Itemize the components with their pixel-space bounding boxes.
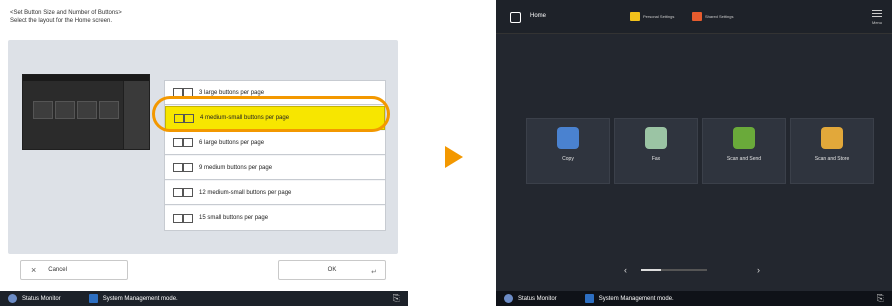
copy-icon [557,127,579,149]
status-bar: Status Monitor System Management mode. ⎘ [496,291,892,306]
tile-label: Scan and Send [726,156,762,162]
status-monitor-label: Status Monitor [22,295,61,302]
home-screen: Home Personal Settings Shared Settings M… [496,0,892,306]
layout-grid-icon [173,188,193,197]
shared-settings-label: Shared Settings [705,14,734,19]
personal-settings-icon [630,12,640,21]
home-title: Home [530,13,547,19]
counter-icon[interactable]: ⎘ [393,293,400,304]
scan-store-icon [821,127,843,149]
option-label: 3 large buttons per page [199,89,265,96]
home-icon[interactable] [510,12,521,23]
scan-send-tile[interactable]: Scan and Send [702,118,786,184]
cancel-button[interactable]: × Cancel [20,260,128,280]
preview-tile [77,101,97,119]
page-scroll-track [641,269,707,271]
tile-label: Scan and Store [814,156,850,162]
copy-tile[interactable]: Copy [526,118,610,184]
status-monitor-button[interactable]: Status Monitor [8,294,61,303]
option-label: 6 large buttons per page [199,139,265,146]
function-tiles: Copy Fax Scan and Send Scan and Store [526,118,874,184]
status-monitor-icon [8,294,17,303]
status-monitor-label: Status Monitor [518,295,557,302]
preview-tile [33,101,53,119]
option-label: 12 medium-small buttons per page [199,189,292,196]
layout-grid-icon [173,213,193,223]
personal-settings-label: Personal Settings [643,14,675,19]
scan-store-tile[interactable]: Scan and Store [790,118,874,184]
selection-highlight-ring [152,96,390,132]
cancel-label: Cancel [48,267,67,273]
option-label: 9 medium buttons per page [199,164,273,171]
close-icon: × [31,265,37,275]
status-monitor-icon [504,294,513,303]
heading-instruction: Select the layout for the Home screen. [10,18,113,24]
system-mode-indicator: System Management mode. [88,294,178,303]
fax-tile[interactable]: Fax [614,118,698,184]
settings-area: 3 large buttons per page 4 medium-small … [8,40,398,254]
option-15-small[interactable]: 15 small buttons per page [165,206,385,230]
shared-settings-icon [692,12,702,21]
personal-settings-button[interactable]: Personal Settings [630,12,674,21]
preview-sidebar [123,81,149,149]
preview-tile [99,101,119,119]
menu-icon [872,10,882,18]
menu-label: Menu [872,20,883,25]
home-header: Home Personal Settings Shared Settings M… [496,0,892,34]
heading-title: <Set Button Size and Number of Buttons> [10,10,122,16]
layout-grid-icon [173,138,193,147]
status-bar: Status Monitor System Management mode. ⎘ [0,291,408,306]
action-bar: × Cancel OK ↵ [8,258,398,282]
page-scroll-thumb[interactable] [641,269,661,271]
tile-label: Copy [562,156,574,162]
prev-page-button[interactable]: ‹ [624,265,627,275]
ok-button[interactable]: OK ↵ [278,260,386,280]
system-mode-indicator: System Management mode. [584,294,674,303]
ok-label: OK [327,267,337,273]
system-mode-label: System Management mode. [598,295,674,302]
tile-label: Fax [651,156,661,162]
system-mode-label: System Management mode. [102,295,178,302]
option-12-medium-small[interactable]: 12 medium-small buttons per page [165,181,385,205]
menu-button[interactable]: Menu [872,10,882,25]
layout-preview [22,74,150,150]
shared-settings-button[interactable]: Shared Settings [692,12,733,21]
page-indicator: ‹ › [624,264,774,276]
next-page-button[interactable]: › [757,265,760,275]
layout-grid-icon [173,163,193,172]
option-6-large[interactable]: 6 large buttons per page [165,131,385,155]
preview-tile [55,101,75,119]
status-monitor-button[interactable]: Status Monitor [504,294,557,303]
option-label: 15 small buttons per page [199,215,269,221]
system-mode-icon [584,294,594,303]
transition-arrow-icon [445,146,463,168]
system-mode-icon [88,294,98,303]
option-9-medium[interactable]: 9 medium buttons per page [165,156,385,180]
screen-heading: <Set Button Size and Number of Buttons> … [10,9,122,25]
enter-icon: ↵ [371,269,377,276]
counter-icon[interactable]: ⎘ [877,293,884,304]
fax-icon [645,127,667,149]
scan-send-icon [733,127,755,149]
layout-settings-screen: <Set Button Size and Number of Buttons> … [0,0,408,306]
